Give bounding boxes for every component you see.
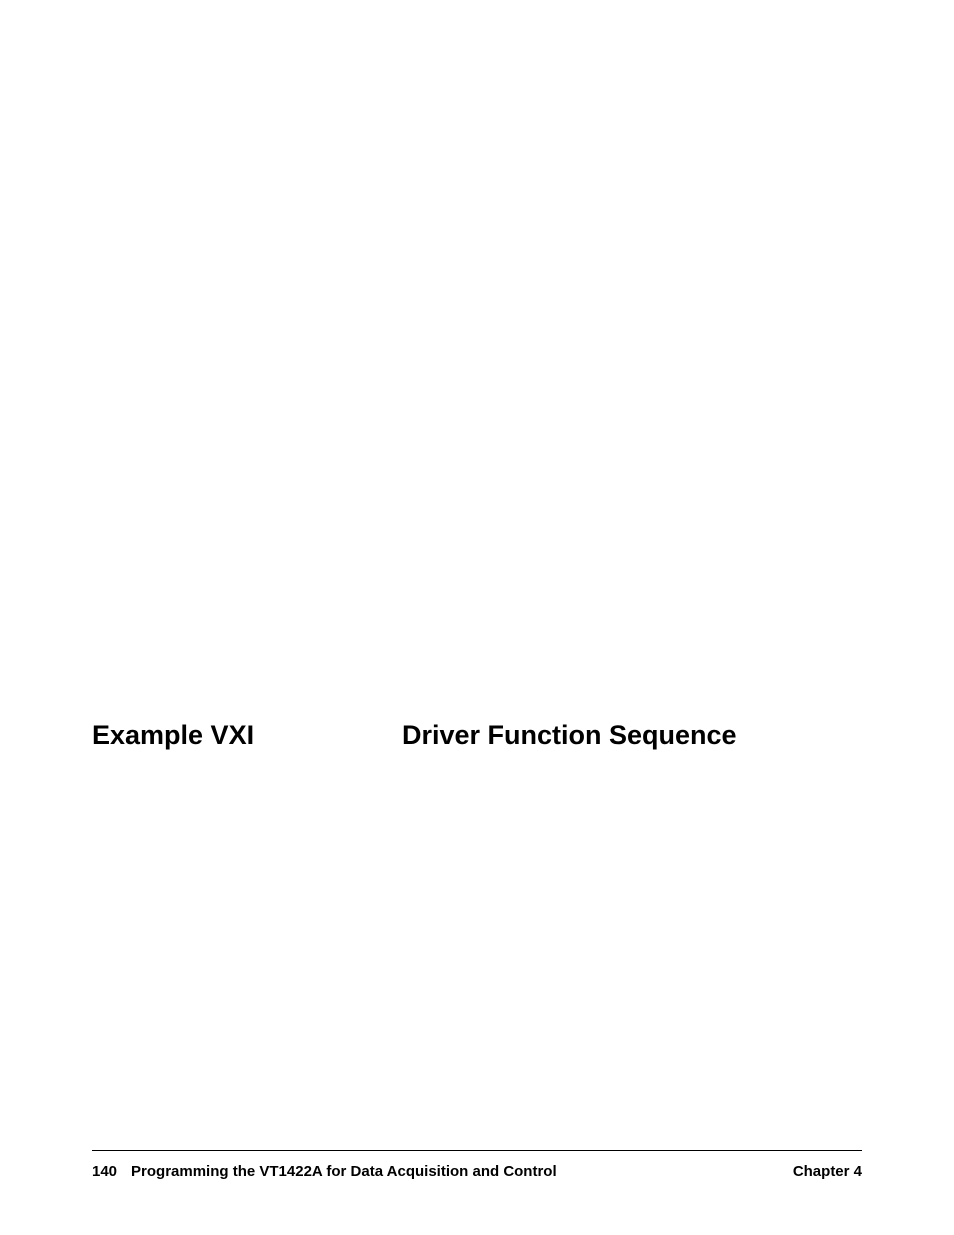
page-footer: 140 Programming the VT1422A for Data Acq… [92,1150,862,1180]
page-number: 140 [92,1163,117,1180]
content-area: Example VXI Driver Function Sequence [92,720,862,751]
footer-title: Programming the VT1422A for Data Acquisi… [131,1163,557,1180]
footer-text-row: 140 Programming the VT1422A for Data Acq… [92,1163,862,1180]
heading-label-left: Example VXI [92,720,402,751]
footer-divider [92,1150,862,1151]
section-heading: Example VXI Driver Function Sequence [92,720,862,751]
heading-label-right: Driver Function Sequence [402,720,862,751]
chapter-label: Chapter 4 [793,1163,862,1180]
footer-left-group: 140 Programming the VT1422A for Data Acq… [92,1163,557,1180]
